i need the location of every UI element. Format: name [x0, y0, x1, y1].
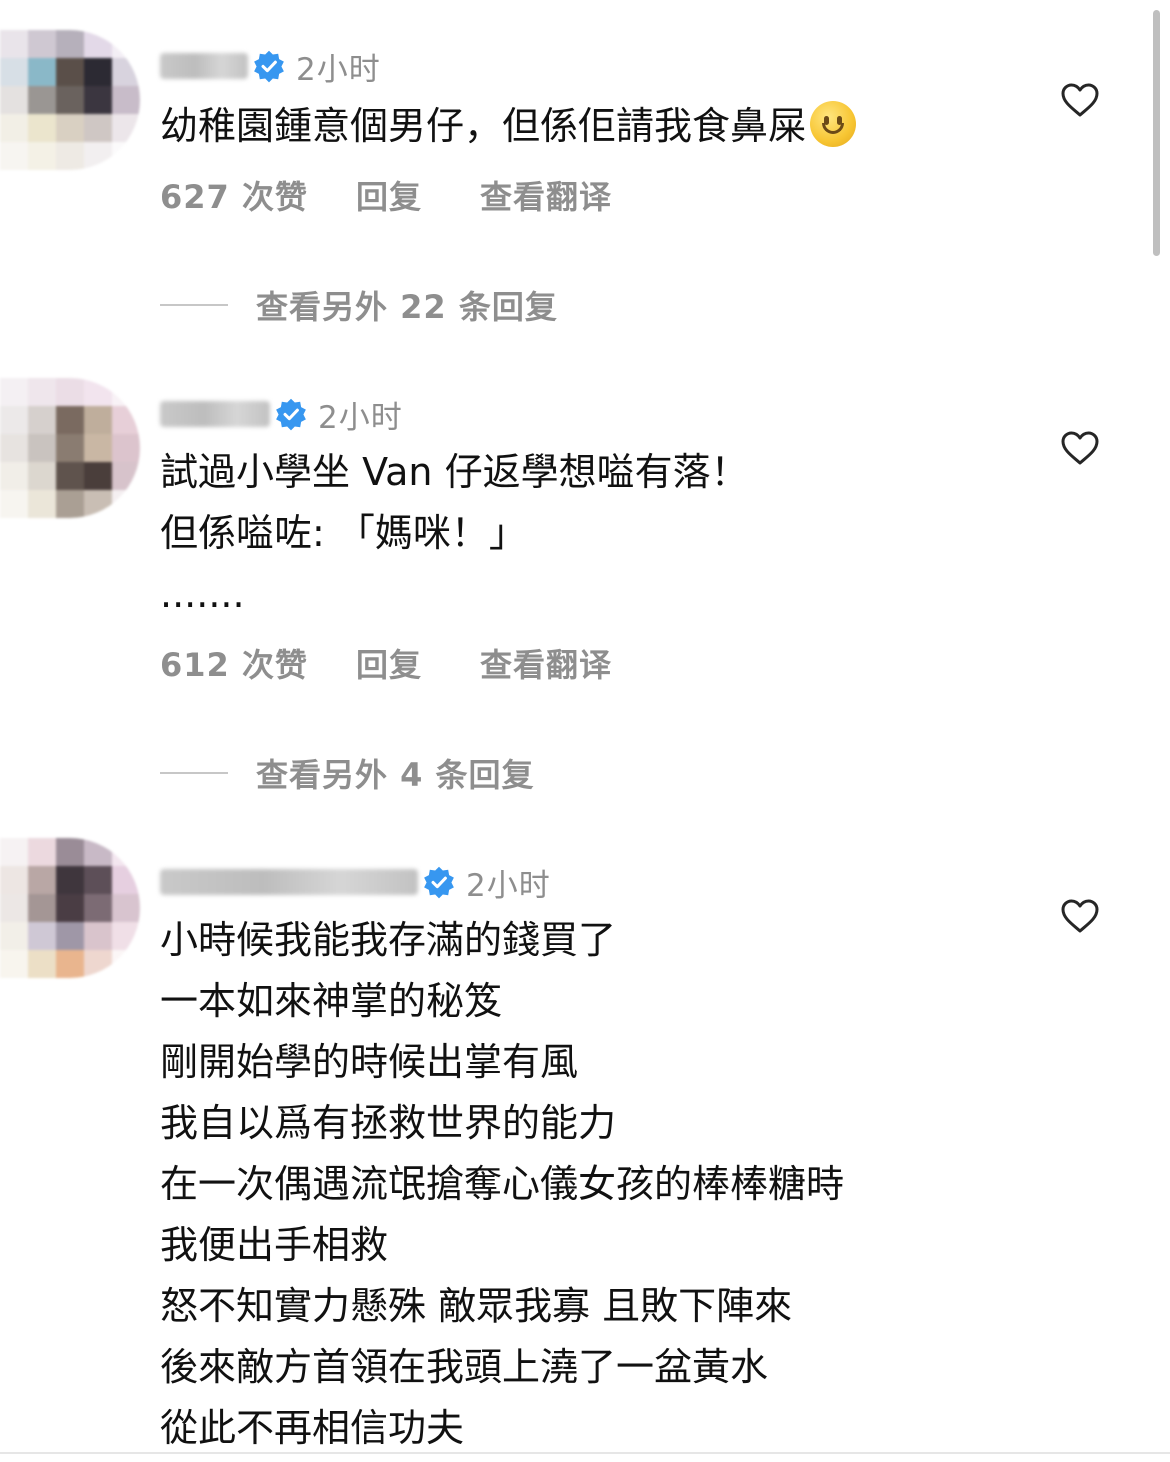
comment-line: 但係嗌咗: 「媽咪！」	[160, 511, 527, 555]
reply-button[interactable]: 回复	[356, 640, 480, 686]
comment-line: 從此不再相信功夫	[160, 1406, 465, 1450]
verified-badge-icon	[424, 866, 454, 899]
comment-text: 幼稚園鍾意個男仔，但係佢請我食鼻屎	[160, 96, 857, 157]
comment-line: 後來敵方首領在我頭上澆了一盆黃水	[160, 1345, 769, 1389]
likes-count[interactable]: 627 次赞	[160, 172, 356, 218]
comment-line: 在一次偶遇流氓搶奪心儀女孩的棒棒糖時	[160, 1162, 845, 1206]
verified-badge-icon	[276, 398, 306, 431]
view-more-replies-label[interactable]: 查看另外 4 条回复	[256, 750, 535, 796]
translate-button[interactable]: 查看翻译	[480, 172, 612, 218]
view-more-replies[interactable]: 查看另外 22 条回复	[160, 282, 558, 328]
comment-text: 試過小學坐 Van 仔返學想嗌有落！ 但係嗌咗: 「媽咪！」.......	[160, 442, 749, 625]
comment-text: 小時候我能我存滿的錢買了 一本如來神掌的秘笈剛開始學的時候出掌有風 我自以爲有拯救世…	[160, 910, 844, 1459]
comment-meta: 2小时	[160, 44, 381, 88]
likes-count[interactable]: 612 次赞	[160, 640, 356, 686]
comment-line: .......	[160, 572, 245, 616]
translate-button[interactable]: 查看翻译	[480, 640, 612, 686]
comment-line: 我自以爲有拯救世界的能力	[160, 1101, 617, 1145]
avatar[interactable]	[0, 378, 140, 518]
avatar[interactable]	[0, 838, 140, 978]
comment-line: 我便出手相救	[160, 1223, 389, 1267]
username[interactable]	[160, 869, 418, 895]
view-more-replies[interactable]: 查看另外 4 条回复	[160, 750, 535, 796]
comment-time: 2小时	[318, 399, 403, 436]
username[interactable]	[160, 53, 248, 79]
comment-line: 剛開始學的時候出掌有風	[160, 1040, 579, 1084]
reply-button[interactable]: 回复	[356, 172, 480, 218]
comment-time: 2小时	[466, 867, 551, 904]
slightly-smiling-face-icon	[810, 101, 857, 147]
comment-time: 2小时	[296, 51, 381, 88]
comment-line: 一本如來神掌的秘笈	[160, 979, 503, 1023]
comment-meta: 2小时	[160, 392, 403, 436]
divider-line	[160, 304, 228, 306]
avatar[interactable]	[0, 30, 140, 170]
view-more-replies-label[interactable]: 查看另外 22 条回复	[256, 282, 558, 328]
heart-icon[interactable]	[1060, 82, 1100, 118]
username[interactable]	[160, 401, 270, 427]
verified-badge-icon	[254, 50, 284, 83]
comment-meta: 2小时	[160, 860, 551, 904]
scrollbar[interactable]	[1153, 10, 1160, 256]
comment-line: 小時候我能我存滿的錢買了	[160, 918, 617, 962]
heart-icon[interactable]	[1060, 898, 1100, 934]
comment-line: 幼稚園鍾意個男仔，但係佢請我食鼻屎	[160, 104, 807, 148]
bottom-divider	[0, 1452, 1170, 1454]
comment-line: 試過小學坐 Van 仔返學想嗌有落！	[160, 450, 749, 494]
comment-actions: 627 次赞 回复 查看翻译	[160, 172, 612, 218]
heart-icon[interactable]	[1060, 430, 1100, 466]
comment-actions: 612 次赞 回复 查看翻译	[160, 640, 612, 686]
divider-line	[160, 772, 228, 774]
comment-line: 怒不知實力懸殊 敵眾我寡 且敗下陣來	[160, 1284, 793, 1328]
